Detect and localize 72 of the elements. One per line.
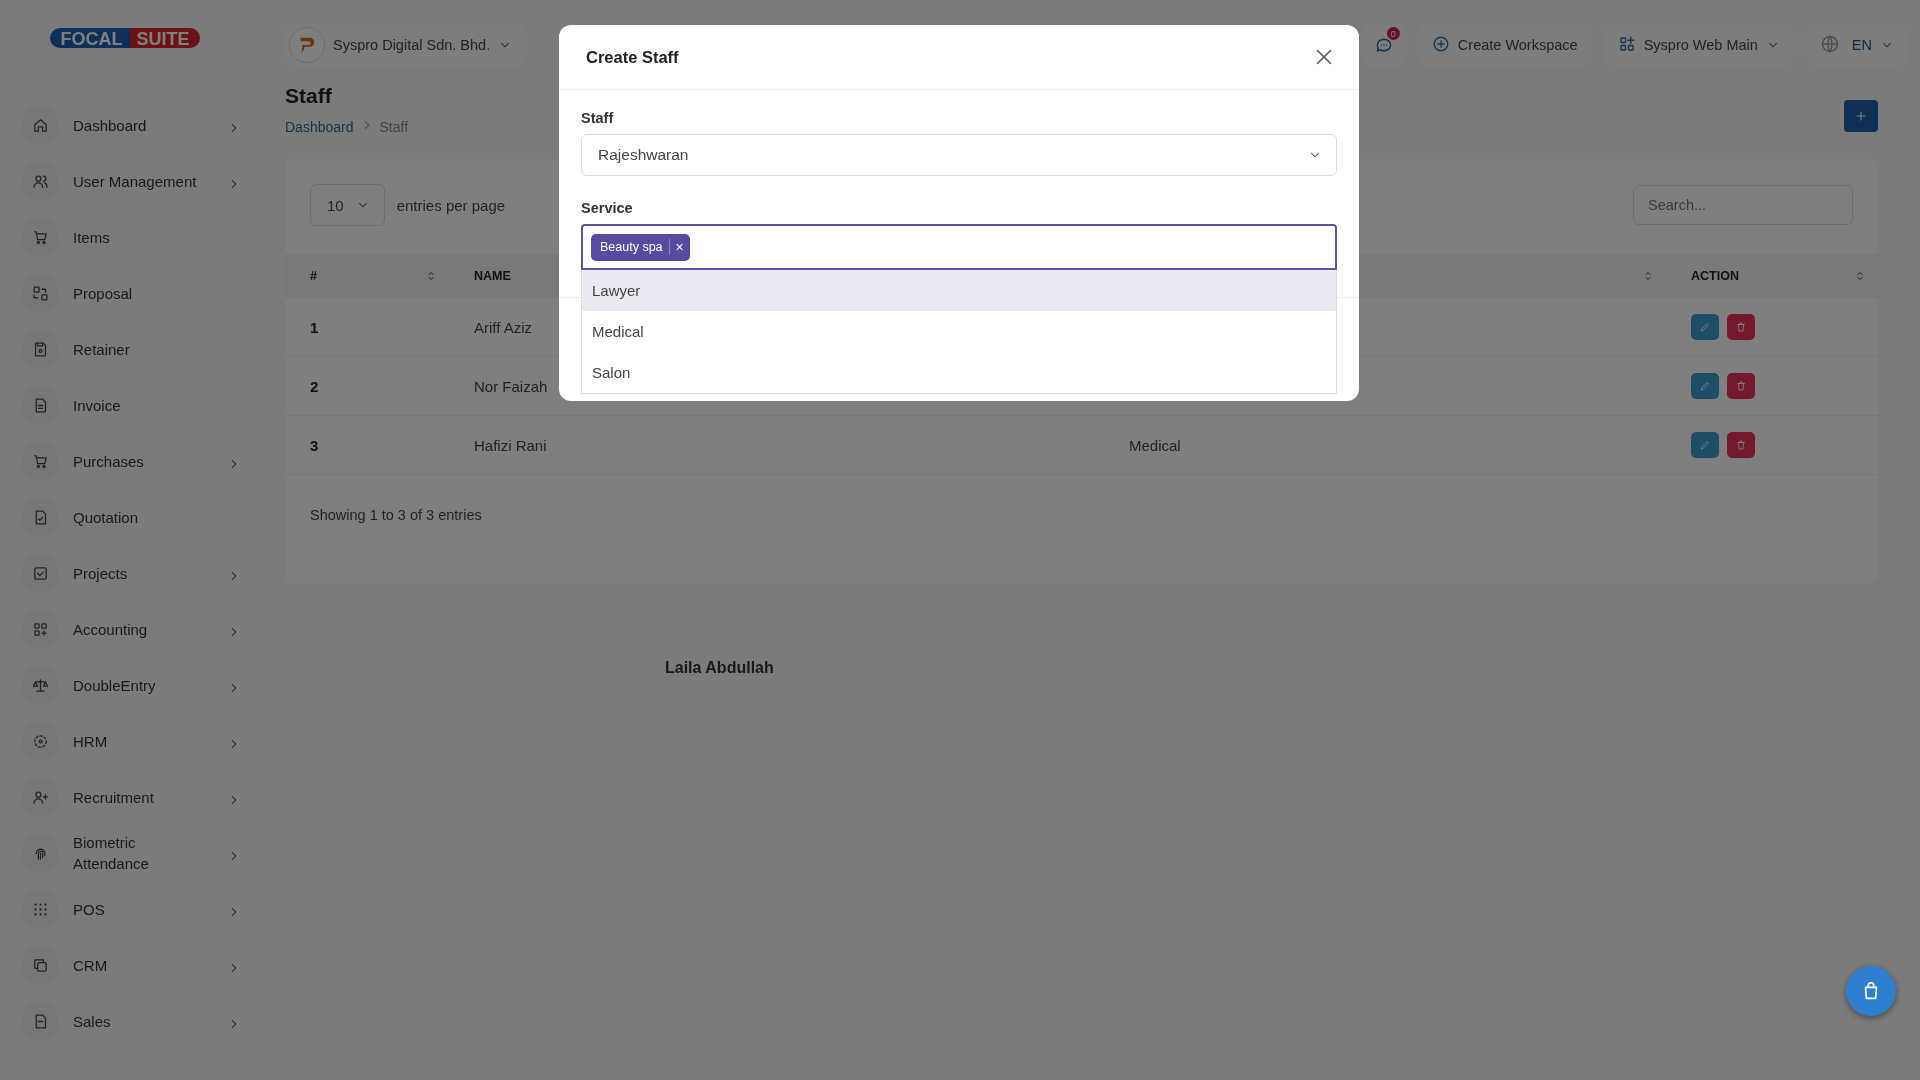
notification-badge: 0	[1386, 27, 1400, 40]
field-label: Staff	[581, 110, 615, 126]
delete-button[interactable]	[1727, 432, 1755, 458]
swap-icon	[31, 284, 49, 302]
cart-icon	[31, 452, 49, 470]
sidebar-item[interactable]: POS	[21, 890, 260, 928]
globe-icon	[1819, 33, 1840, 54]
table-info: Showing 1 to 3 of 3 entries	[309, 506, 483, 525]
table-cell: 1	[285, 298, 449, 357]
scale-icon	[31, 676, 49, 694]
grid-icon	[31, 620, 49, 638]
sidebar-item[interactable]: Retainer	[21, 330, 260, 368]
table-cell: 3	[285, 416, 449, 475]
sort-icon	[1854, 270, 1866, 282]
delete-button[interactable]	[1727, 373, 1755, 399]
service-tag: Beauty spa ×	[591, 233, 690, 261]
sidebar-item[interactable]: Projects	[21, 554, 260, 592]
sidebar-item[interactable]: CRM	[21, 946, 260, 984]
page-title: Staff	[285, 84, 333, 108]
sort-icon	[1642, 270, 1654, 282]
sidebar-item[interactable]: Invoice	[21, 386, 260, 424]
dialog-title: Create Staff	[586, 47, 679, 67]
cart-icon	[31, 228, 49, 246]
page-size-select[interactable]: 10	[310, 184, 385, 226]
breadcrumb-item[interactable]: Dashboard	[285, 118, 354, 135]
column-header[interactable]: ACTION	[1666, 254, 1878, 298]
trash-icon	[1735, 321, 1747, 333]
sidebar-item[interactable]: HRM	[21, 722, 260, 760]
sidebar-item[interactable]: Accounting	[21, 610, 260, 648]
dashed-circle-icon	[31, 732, 49, 750]
brand-logo: FOCAL SUITE	[50, 28, 200, 48]
sidebar-item[interactable]: Sales	[21, 1002, 260, 1040]
trash-icon	[1735, 380, 1747, 392]
remove-tag-button[interactable]: ×	[668, 239, 684, 255]
breadcrumb-item: Staff	[379, 118, 409, 135]
sidebar-item[interactable]: DoubleEntry	[21, 666, 260, 704]
column-header[interactable]: #	[285, 254, 449, 298]
sidebar-item[interactable]: Items	[21, 218, 260, 256]
sort-icon	[425, 270, 437, 282]
cart-button[interactable]	[1846, 966, 1896, 1016]
staff-name: Laila Abdullah	[665, 659, 775, 677]
grid-plus-icon	[1617, 34, 1636, 53]
pencil-icon	[1699, 321, 1711, 333]
table-cell: Hafizi Rani	[449, 416, 1104, 475]
page-size-label: entries per page	[396, 196, 506, 214]
table-cell: 2	[285, 357, 449, 416]
edit-button[interactable]	[1691, 314, 1719, 340]
sidebar-item[interactable]: Purchases	[21, 442, 260, 480]
pencil-icon	[1699, 380, 1711, 392]
sidebar-item[interactable]: Recruitment	[21, 778, 260, 816]
edit-button[interactable]	[1691, 432, 1719, 458]
field-label: Service	[581, 200, 634, 216]
edit-button[interactable]	[1691, 373, 1719, 399]
checkbox-icon	[31, 564, 49, 582]
dots-grid-icon	[31, 900, 49, 918]
sidebar-item[interactable]: Quotation	[21, 498, 260, 536]
staff-select[interactable]: Rajeshwaran	[581, 134, 1337, 176]
sidebar-item[interactable]: Proposal	[21, 274, 260, 312]
copy-icon	[31, 956, 49, 974]
sidebar-item[interactable]: User Management	[21, 162, 260, 200]
dropdown-option[interactable]: Lawyer	[582, 270, 1336, 311]
table-cell: Medical	[1104, 416, 1666, 475]
sidebar-item[interactable]: Biometric Attendance	[21, 834, 260, 872]
sidebar-item[interactable]: Dashboard	[21, 106, 260, 144]
delete-button[interactable]	[1727, 314, 1755, 340]
service-multiselect[interactable]: Beauty spa ×	[581, 224, 1337, 270]
add-button[interactable]	[1844, 100, 1878, 132]
trash-icon	[1735, 439, 1747, 451]
plus-circle-icon	[1431, 34, 1450, 53]
search-field[interactable]: Search...	[1633, 185, 1853, 225]
home-icon	[31, 116, 49, 134]
pencil-icon	[1699, 439, 1711, 451]
